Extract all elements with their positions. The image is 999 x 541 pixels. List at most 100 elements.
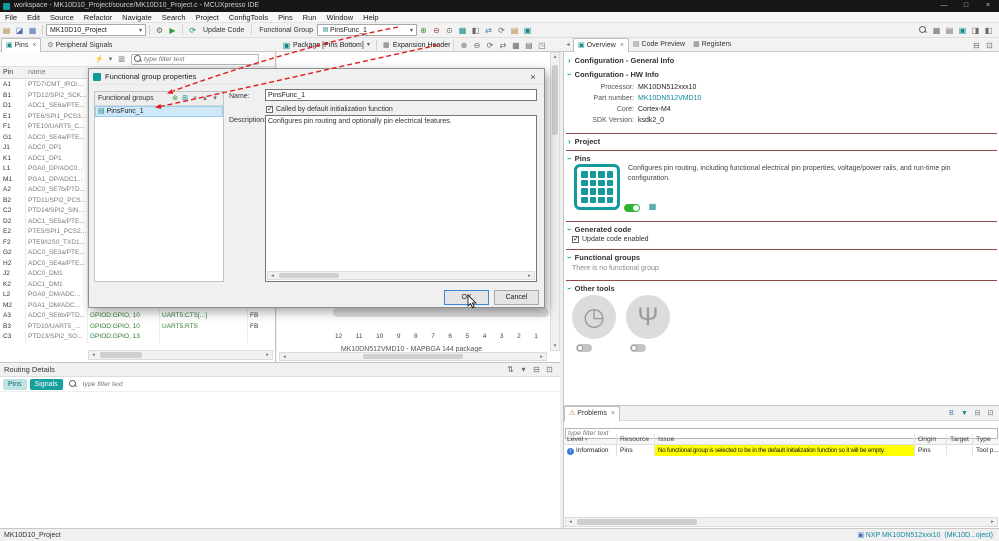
update-code-button[interactable]: Update Code	[199, 27, 248, 34]
menu-item[interactable]: Navigate	[117, 12, 157, 23]
pin-conflicts-button[interactable]: ⊙	[443, 24, 456, 37]
clone-group-button[interactable]: ⊞	[180, 92, 190, 106]
chevron-right-icon[interactable]: ›	[568, 55, 571, 66]
section-functional-groups[interactable]: › Functional groups	[565, 252, 640, 263]
section-other-tools[interactable]: › Other tools	[565, 283, 615, 294]
save-button[interactable]: ◪	[13, 24, 26, 37]
functional-group-select[interactable]: ▤ PinsFunc_1 ▾	[316, 24, 417, 36]
refresh-button[interactable]: ⟳	[495, 24, 508, 37]
menu-item[interactable]: Source	[45, 12, 79, 23]
chevron-right-icon[interactable]: ›	[568, 136, 571, 147]
column-header-level[interactable]: Level ▾	[564, 434, 617, 444]
build-button[interactable]: ⚙	[153, 24, 166, 37]
pins-enabled-toggle[interactable]	[624, 204, 640, 212]
zoom-out-button[interactable]: ⊖	[470, 39, 483, 52]
flash-filter-toggle[interactable]: ⚡	[94, 53, 105, 66]
scroll-right-icon[interactable]: ▸	[537, 353, 546, 361]
zoom-in-button[interactable]: ⊕	[457, 39, 470, 52]
column-header-issue[interactable]: Issue	[655, 434, 915, 444]
perspective-pins-button[interactable]: ▣	[956, 24, 969, 37]
section-hw-info[interactable]: › Configuration - HW Info	[565, 69, 659, 80]
menu-item[interactable]: Project	[191, 12, 224, 23]
description-horizontal-scrollbar[interactable]: ◂ ▸	[267, 271, 535, 280]
move-down-button[interactable]: ▾	[210, 92, 220, 106]
scroll-left-icon[interactable]: ◂	[280, 353, 289, 361]
minimize-view-button[interactable]: ⊟	[971, 407, 984, 420]
layout-button[interactable]: ▤	[943, 24, 956, 37]
problems-horizontal-scrollbar[interactable]: ◂ ▸	[565, 517, 998, 527]
tab-code-preview[interactable]: ▤ Code Preview	[629, 38, 689, 52]
swap-pins-button[interactable]: ⇄	[482, 24, 495, 37]
scroll-right-icon[interactable]: ▸	[525, 272, 534, 280]
maximize-window-button[interactable]: □	[955, 0, 977, 12]
package-layers-button[interactable]: ▦	[509, 39, 522, 52]
rotate-package-button[interactable]: ⟳	[483, 39, 496, 52]
tab-overview[interactable]: ▣ Overview ×	[573, 38, 629, 52]
peripherals-tool-icon[interactable]: Ψ	[626, 295, 670, 339]
close-window-button[interactable]: ×	[977, 0, 999, 12]
perspective-extra-button[interactable]: ◧	[982, 24, 995, 37]
perspective-develop-button[interactable]: ◨	[969, 24, 982, 37]
pin-row[interactable]: A3 ADC0_SE6b/PTD... GPIOD:GPIO, 10 UART5…	[0, 311, 275, 322]
minimize-view-button[interactable]: ⊟	[530, 363, 543, 376]
peripherals-tool-toggle[interactable]	[630, 344, 646, 352]
column-header-resource[interactable]: Resource	[617, 434, 655, 444]
scroll-right-icon[interactable]: ▸	[988, 518, 997, 526]
filter-dropdown[interactable]: ▾	[105, 53, 116, 66]
view-menu-button[interactable]: ▾	[517, 363, 530, 376]
scroll-left-icon[interactable]: ◂	[89, 351, 98, 359]
tab-registers[interactable]: ▦ Registers	[689, 38, 735, 52]
save-all-button[interactable]: ▦	[26, 24, 39, 37]
pins-filter-input[interactable]	[144, 55, 256, 63]
tab-pins-view[interactable]: ▣ Pins ×	[1, 38, 42, 52]
menu-item[interactable]: Window	[321, 12, 358, 23]
close-icon[interactable]: ×	[526, 72, 540, 82]
restore-stack-icon[interactable]: ◂	[563, 39, 573, 52]
package-vertical-scrollbar[interactable]: ▴ ▾	[550, 52, 560, 351]
scroll-left-icon[interactable]: ◂	[566, 518, 575, 526]
functional-group-item[interactable]: ▤ PinsFunc_1	[95, 106, 223, 117]
group-by-button[interactable]: B	[945, 407, 958, 420]
package-labels-button[interactable]: ▤	[522, 39, 535, 52]
remove-pin-button[interactable]: ⊖	[430, 24, 443, 37]
project-link[interactable]: (MK10D...oject)	[944, 532, 993, 539]
name-input[interactable]	[265, 89, 537, 101]
minimize-window-button[interactable]: —	[933, 0, 955, 12]
routing-pins-tab[interactable]: Pins	[3, 378, 27, 390]
maximize-view-button[interactable]: ⊡	[983, 39, 996, 52]
chevron-down-icon[interactable]: ›	[564, 256, 575, 259]
scroll-down-icon[interactable]: ▾	[551, 342, 559, 350]
column-header-pin[interactable]: Pin	[0, 67, 26, 78]
list-view-button[interactable]: ▤	[508, 24, 521, 37]
add-group-button[interactable]: ⊕	[170, 92, 180, 106]
section-general-info[interactable]: › Configuration - General Info	[568, 55, 674, 66]
pin-row[interactable]: B3 PTD10/UART5_... GPIOD:GPIO, 10 UART5:…	[0, 321, 275, 332]
scroll-up-icon[interactable]: ▴	[551, 53, 559, 61]
package-select[interactable]: Package [Pins Bottom]	[293, 42, 364, 49]
open-view-button[interactable]: ▦	[930, 24, 943, 37]
menu-item[interactable]: Help	[358, 12, 383, 23]
column-header-origin[interactable]: Origin	[915, 434, 947, 444]
menu-item[interactable]: ConfigTools	[224, 12, 273, 23]
column-filter-toggle[interactable]: ▥	[116, 53, 127, 66]
close-icon[interactable]: ×	[620, 39, 624, 53]
delete-group-button[interactable]: ×	[190, 92, 200, 106]
expansion-header-button[interactable]: Expansion Header	[393, 42, 451, 49]
clocks-tool-icon[interactable]: ◷	[572, 295, 616, 339]
export-package-button[interactable]: ◳	[535, 39, 548, 52]
menu-item[interactable]: Search	[157, 12, 191, 23]
section-pins[interactable]: › Pins	[565, 153, 591, 164]
pins-table-icon[interactable]: ▦	[646, 200, 659, 213]
split-view-button[interactable]: ◧	[469, 24, 482, 37]
pin-table-button[interactable]: ▦	[456, 24, 469, 37]
minimize-view-button[interactable]: ⊟	[970, 39, 983, 52]
new-button[interactable]: ▤	[0, 24, 13, 37]
column-header-name[interactable]: name	[26, 67, 88, 78]
device-link[interactable]: NXP MK10DN512xxx10	[866, 532, 941, 539]
run-button[interactable]: ▶	[166, 24, 179, 37]
clocks-tool-toggle[interactable]	[576, 344, 592, 352]
pins-horizontal-scrollbar[interactable]: ◂ ▸	[88, 350, 273, 360]
chevron-down-icon[interactable]: ›	[564, 228, 575, 231]
maximize-view-button[interactable]: ⊡	[543, 363, 556, 376]
add-pin-button[interactable]: ⊕	[417, 24, 430, 37]
